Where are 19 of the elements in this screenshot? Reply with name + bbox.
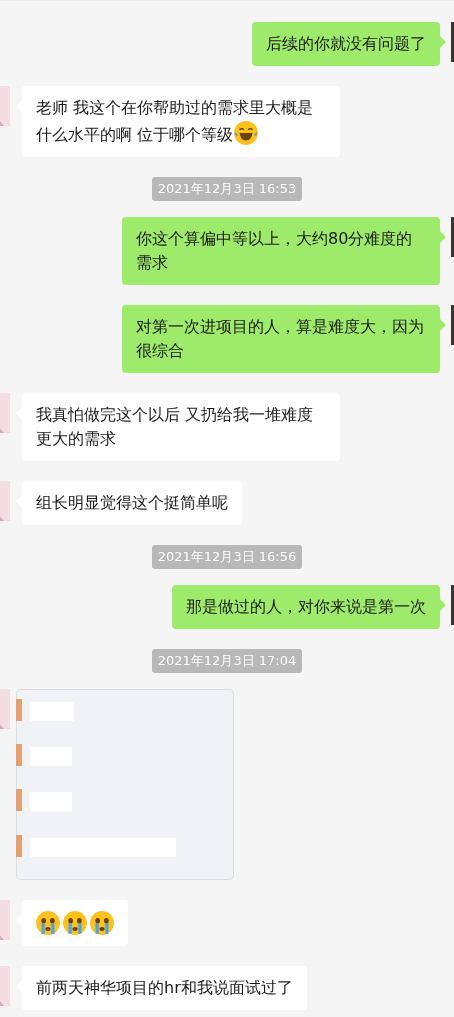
message-bubble: 前两天神华项目的hr和我说面试过了	[22, 966, 307, 1010]
crying-emoji-icon	[89, 910, 115, 936]
message-bubble: 我真怕做完这个以后 又扔给我一堆难度更大的需求	[22, 393, 340, 461]
crying-emoji-icon	[62, 910, 88, 936]
laughing-emoji-icon	[233, 120, 260, 146]
message-bubble: 那是做过的人，对你来说是第一次	[172, 585, 440, 629]
message-bubble: 你这个算偏中等以上，大约80分难度的需求	[122, 217, 440, 285]
message-bubble: 组长明显觉得这个挺简单呢	[22, 481, 242, 525]
bubble-tail	[440, 319, 446, 331]
bubble-tail	[440, 599, 446, 611]
message-bubble: 老师 我这个在你帮助过的需求里大概是什么水平的啊 位于哪个等级	[22, 86, 340, 157]
bubble-tail	[440, 231, 446, 243]
crying-emoji-icon	[35, 910, 61, 936]
message-bubble: 后续的你就没有问题了	[252, 22, 440, 66]
timestamp: 2021年12月3日 16:56	[151, 545, 303, 569]
timestamp: 2021年12月3日 17:04	[151, 649, 303, 673]
bubble-tail	[440, 36, 446, 48]
message-bubble: 对第一次进项目的人，算是难度大，因为很综合	[122, 305, 440, 373]
timestamp: 2021年12月3日 16:53	[151, 177, 303, 201]
